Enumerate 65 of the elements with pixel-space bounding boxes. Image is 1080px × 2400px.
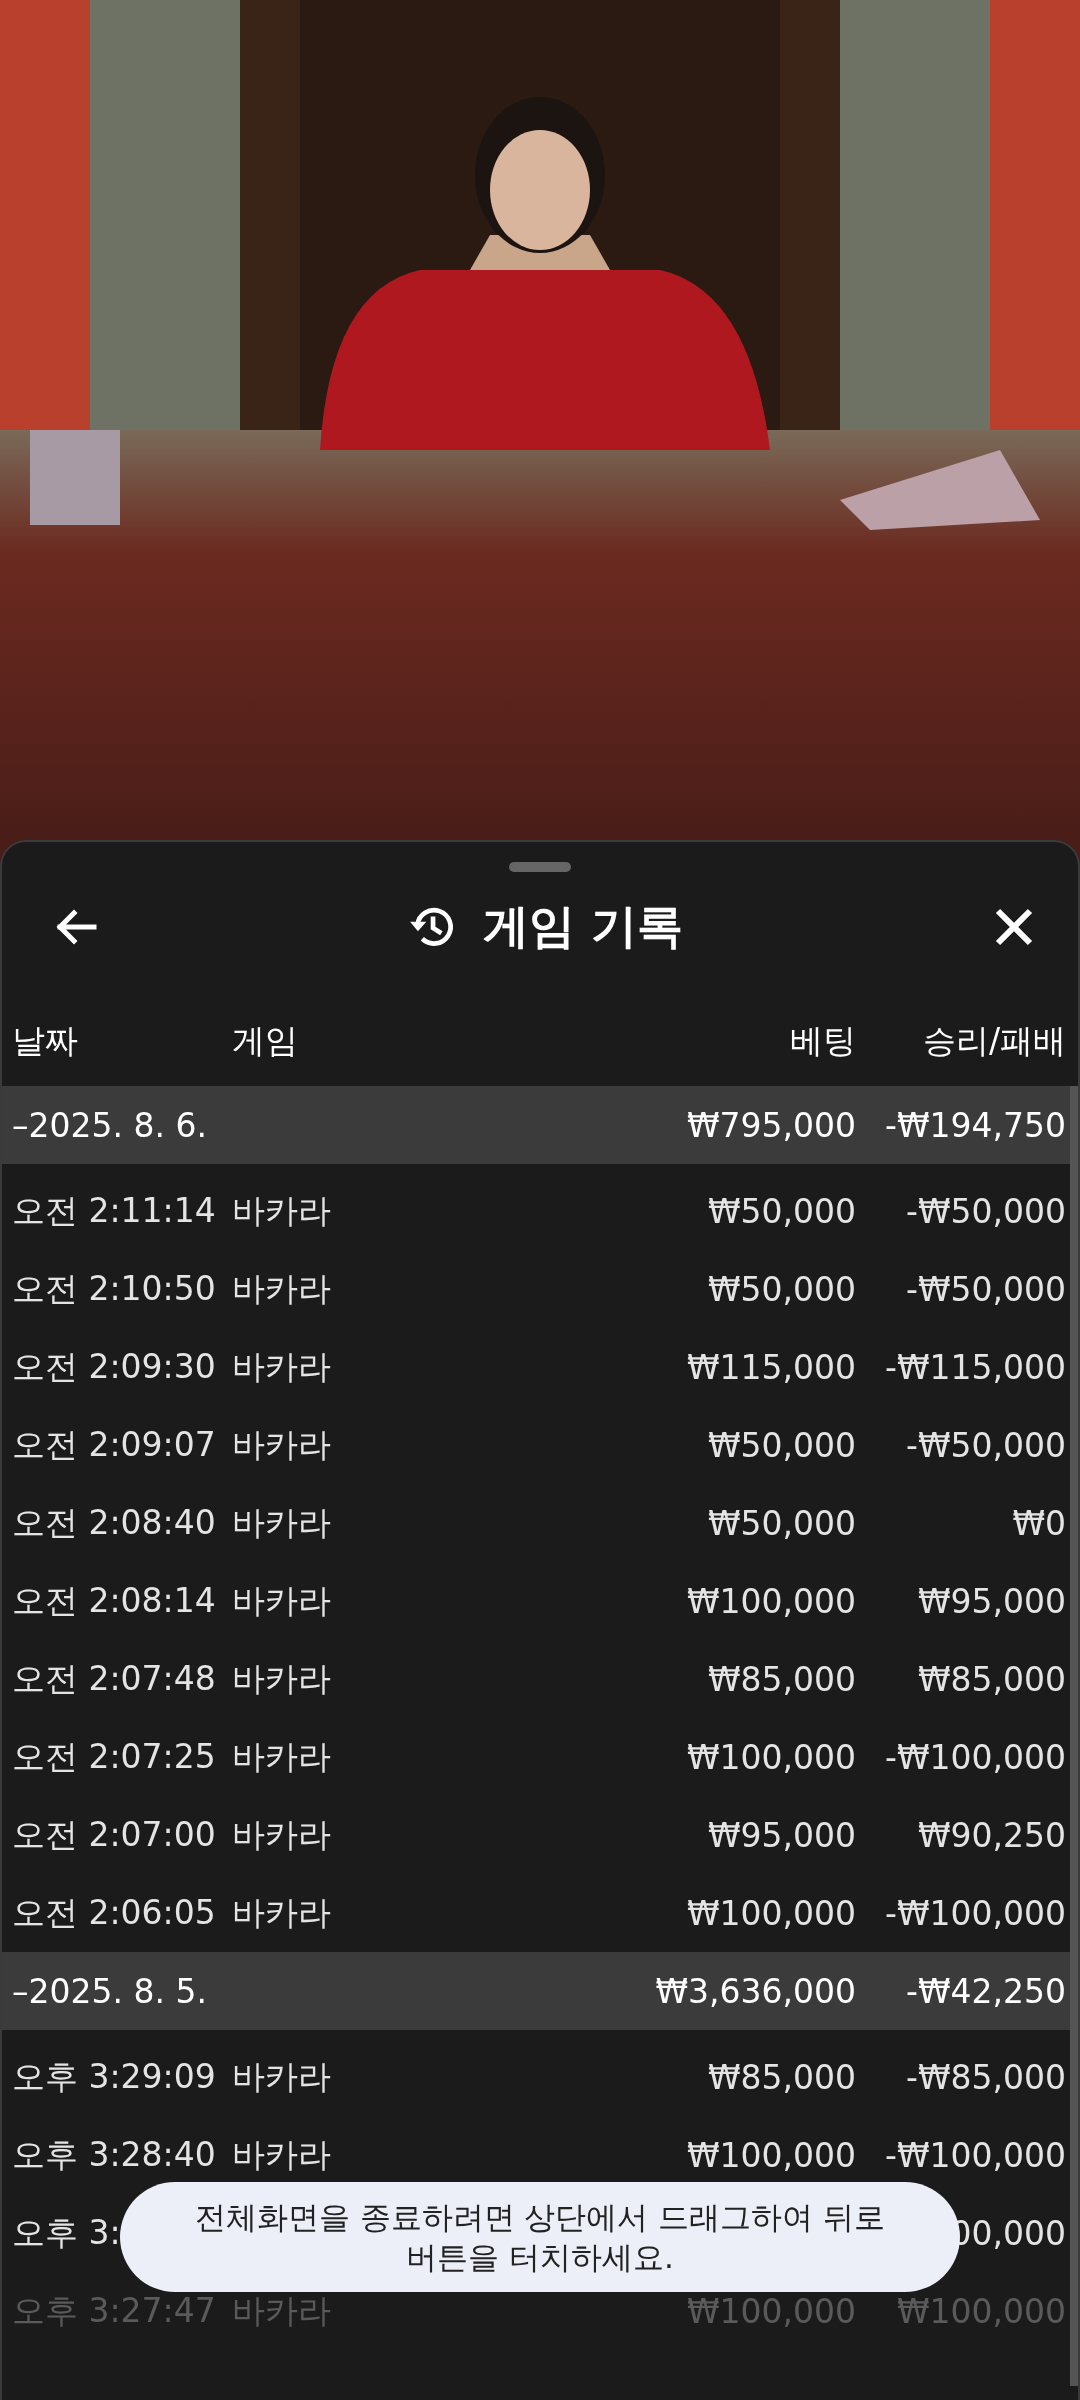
- group-date: –2025. 8. 6.: [11, 1105, 208, 1145]
- bet-cell-text: ₩50,000: [706, 1425, 856, 1465]
- bet-cell-text: ₩100,000: [685, 1893, 856, 1933]
- bet-cell-text: ₩95,000: [706, 1815, 856, 1855]
- result-cell-text: ₩95,000: [916, 1581, 1067, 1621]
- scrollbar[interactable]: [1070, 1086, 1078, 2386]
- game-cell-text: 바카라: [232, 1501, 332, 1544]
- column-header: 베팅: [789, 1019, 856, 1062]
- bet-cell-text: ₩100,000: [685, 1581, 856, 1621]
- result-cell-text: -₩115,000: [884, 1347, 1067, 1387]
- time-cell-text: 오전 2:09:07: [11, 1423, 217, 1466]
- group-bet-total: ₩3,636,000: [654, 1971, 856, 2011]
- game-cell-text: 바카라: [232, 1189, 332, 1232]
- game-cell-text: 바카라: [232, 2055, 332, 2098]
- bet-cell-text: ₩115,000: [685, 1347, 856, 1387]
- time-cell-text: 오전 2:09:30: [11, 1345, 217, 1388]
- result-cell-text: ₩90,250: [916, 1815, 1067, 1855]
- result-cell-text: ₩0: [1011, 1503, 1067, 1543]
- group-bet-total: ₩795,000: [685, 1105, 856, 1145]
- drag-handle[interactable]: [509, 862, 571, 872]
- bet-cell-text: ₩85,000: [706, 2057, 856, 2097]
- game-cell-text: 바카라: [232, 1735, 332, 1778]
- bet-cell-text: ₩50,000: [706, 1191, 856, 1231]
- result-cell-text: -₩100,000: [884, 2135, 1067, 2175]
- game-cell-text: 바카라: [232, 1423, 332, 1466]
- bet-cell-text: ₩50,000: [706, 1503, 856, 1543]
- result-cell-text: -₩50,000: [905, 1425, 1067, 1465]
- group-result-total: -₩42,250: [905, 1971, 1067, 2011]
- game-cell-text: 바카라: [232, 2133, 332, 2176]
- time-cell-text: 오전 2:11:14: [11, 1189, 217, 1232]
- game-cell-text: 바카라: [232, 1345, 332, 1388]
- time-cell-text: 오전 2:06:05: [11, 1891, 217, 1934]
- bet-cell-text: ₩100,000: [685, 2291, 856, 2331]
- result-cell-text: -₩85,000: [905, 2057, 1067, 2097]
- result-cell-text: -₩50,000: [905, 1269, 1067, 1309]
- group-date: –2025. 8. 5.: [11, 1971, 208, 2011]
- time-cell-text: 오전 2:07:00: [11, 1813, 217, 1856]
- game-cell-text: 바카라: [232, 1267, 332, 1310]
- game-cell-text: 바카라: [232, 1813, 332, 1856]
- time-cell-text: 오전 2:08:40: [11, 1501, 217, 1544]
- time-cell-text: 오전 2:07:48: [11, 1657, 217, 1700]
- sheet-title: 게임 기록: [483, 898, 683, 955]
- result-cell-text: -₩100,000: [884, 1893, 1067, 1933]
- time-cell-text: 오전 2:08:14: [11, 1579, 217, 1622]
- bet-cell-text: ₩50,000: [706, 1269, 856, 1309]
- bet-cell-text: ₩100,000: [685, 2135, 856, 2175]
- result-cell-text: -₩100,000: [884, 1737, 1067, 1777]
- result-cell-text: ₩100,000: [895, 2291, 1067, 2331]
- time-cell-text: 오후 3:27:47: [11, 2289, 217, 2332]
- result-cell-text: -₩50,000: [905, 1191, 1067, 1231]
- time-cell-text: 오전 2:10:50: [11, 1267, 217, 1310]
- bet-cell-text: ₩100,000: [685, 1737, 856, 1777]
- time-cell-text: 오후 3:28:40: [11, 2133, 217, 2176]
- column-header: 게임: [232, 1019, 299, 1062]
- result-cell-text: ₩85,000: [916, 1659, 1067, 1699]
- column-header: 승리/패배: [921, 1019, 1067, 1062]
- game-cell-text: 바카라: [232, 1657, 332, 1700]
- column-header: 날짜: [11, 1019, 79, 1062]
- bet-cell-text: ₩85,000: [706, 1659, 856, 1699]
- group-result-total: -₩194,750: [884, 1105, 1067, 1145]
- game-cell-text: 바카라: [232, 1891, 332, 1934]
- game-cell-text: 바카라: [232, 1579, 332, 1622]
- time-cell-text: 오전 2:07:25: [11, 1735, 217, 1778]
- time-cell-text: 오후 3:29:09: [11, 2055, 217, 2098]
- game-cell-text: 바카라: [232, 2289, 332, 2332]
